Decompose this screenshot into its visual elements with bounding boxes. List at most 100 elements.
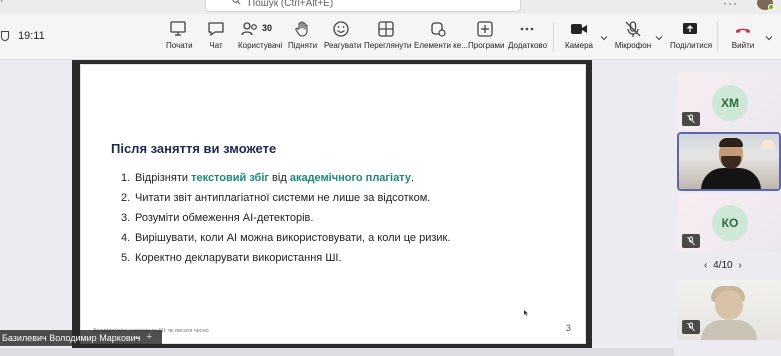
page-indicator: 4/10	[713, 260, 733, 271]
add-app-icon	[477, 21, 493, 37]
list-item-text: від	[269, 172, 290, 184]
muted-mic-icon	[682, 234, 700, 248]
highlight-text: академічного плагіату	[289, 172, 411, 184]
search-box[interactable]: Пошук (Ctrl+Alt+E)	[205, 0, 521, 12]
back-icon[interactable]: ‹	[0, 0, 3, 5]
apps-label: Програми	[468, 41, 505, 50]
participant-tile[interactable]: ХМ	[677, 72, 781, 130]
list-item: 2. Читати звіт антиплагіатної системи не …	[121, 188, 450, 208]
chat-icon	[208, 22, 224, 36]
raise-hand-label: Підняти	[288, 41, 318, 50]
more-label: Додатково	[508, 41, 548, 50]
camera-options-chevron-icon[interactable]	[600, 34, 608, 42]
participant-tile[interactable]	[677, 280, 781, 340]
list-item-text: Читати звіт антиплагіатної системи не ли…	[135, 192, 431, 204]
view-grid-icon	[378, 21, 394, 37]
leave-options-chevron-icon[interactable]	[765, 34, 773, 42]
list-item: 1. Відрізняти текстовий збіг від академіч…	[121, 168, 450, 188]
raise-hand-button[interactable]: Підняти	[288, 20, 318, 56]
search-input[interactable]: Пошук (Ctrl+Alt+E)	[248, 0, 333, 9]
raise-hand-icon	[295, 21, 308, 37]
slide-page-number: 3	[565, 323, 571, 333]
search-icon	[232, 0, 241, 5]
previous-page-chevron-icon[interactable]: ‹	[704, 260, 707, 271]
list-item: 4. Вирішувати, коли AI можна використовув…	[121, 228, 450, 248]
apps-button[interactable]: Програми	[468, 20, 505, 56]
leave-label: Вийти	[731, 41, 755, 50]
start-label: Почати	[166, 41, 193, 50]
list-item-text: .	[410, 172, 415, 184]
share-label: Поділитися	[670, 41, 713, 50]
list-item-text: Відрізняти	[135, 172, 192, 184]
slide-list: 1. Відрізняти текстовий збіг від академіч…	[121, 168, 450, 268]
chat-button[interactable]: Чат	[206, 20, 226, 56]
camera-label: Камера	[565, 41, 593, 50]
background-lamp	[761, 140, 775, 150]
list-item-text: Розуміти обмеження AI-детекторів.	[135, 212, 314, 224]
share-button[interactable]: Поділитися	[670, 20, 713, 56]
chat-label: Чат	[209, 41, 223, 50]
list-item-text: Коректно декларувати використання ШІ.	[135, 252, 342, 264]
more-options-icon[interactable]: ···	[723, 0, 738, 10]
meeting-toolbar: 19:11 Почати Чат 30 Користувачі Підняти …	[0, 14, 781, 60]
people-button[interactable]: 30 Користувачі	[238, 20, 282, 56]
apps-shape-icon	[431, 22, 446, 37]
participant-face	[715, 290, 743, 320]
muted-mic-icon	[682, 320, 700, 334]
participant-body	[701, 320, 757, 340]
minimize-icon[interactable]	[134, 337, 140, 338]
microphone-label: Мікрофон	[614, 41, 652, 50]
emoji-icon	[333, 21, 349, 37]
stage-bottom-border	[0, 348, 674, 356]
participant-video	[679, 134, 779, 189]
participant-tile-active-speaker[interactable]	[677, 132, 781, 191]
teams-meeting-window: ‹ Пошук (Ctrl+Alt+E) ··· 19:11 Почати Ча…	[0, 0, 781, 356]
people-count: 30	[262, 23, 273, 33]
camera-icon	[571, 24, 587, 34]
user-avatar[interactable]	[757, 0, 774, 10]
mouse-pointer-icon	[524, 310, 528, 316]
camera-button[interactable]: Камера	[565, 20, 593, 56]
react-label: Реагувати	[324, 41, 362, 50]
hang-up-icon	[736, 28, 750, 33]
next-page-chevron-icon[interactable]: ›	[738, 260, 741, 271]
presenter-name: Базилевич Володимир Маркович	[2, 333, 141, 343]
participant-body	[701, 168, 761, 189]
title-bar: ‹ Пошук (Ctrl+Alt+E) ···	[0, 0, 781, 14]
share-screen-icon	[683, 23, 697, 34]
leave-button[interactable]: Вийти	[730, 20, 756, 56]
people-icon	[241, 22, 257, 36]
participant-avatar: КО	[712, 205, 748, 241]
microphone-button[interactable]: Мікрофон	[614, 20, 652, 56]
list-item-number: 4.	[121, 232, 131, 244]
list-item-text: Вирішувати, коли AI можна використовуват…	[135, 232, 451, 244]
microphone-options-chevron-icon[interactable]	[655, 34, 663, 42]
presentation-slide: Після заняття ви зможете 1. Відрізняти те…	[80, 64, 586, 344]
list-item-number: 3.	[121, 212, 131, 224]
more-dots-icon	[520, 27, 534, 31]
muted-mic-icon	[682, 112, 700, 126]
view-button[interactable]: Переглянути	[364, 20, 412, 56]
toolbar-divider	[717, 22, 718, 52]
list-item: 5. Коректно декларувати використання ШІ.	[121, 248, 450, 268]
highlight-text: текстовий збіг	[191, 172, 269, 184]
stage-elements-label: Елементи ке...	[414, 41, 468, 50]
react-button[interactable]: Реагувати	[324, 20, 362, 56]
expand-plus-icon[interactable]: +	[146, 331, 152, 343]
stage-elements-button[interactable]: Елементи ке...	[414, 20, 468, 56]
microphone-off-icon	[625, 21, 641, 37]
start-button[interactable]: Почати	[166, 20, 193, 56]
list-item-number: 2.	[121, 192, 131, 204]
slide-title: Після заняття ви зможете	[111, 141, 277, 156]
view-label: Переглянути	[364, 41, 412, 50]
participant-avatar: ХМ	[712, 85, 748, 121]
list-item-number: 5.	[121, 252, 131, 264]
list-item-number: 1.	[121, 172, 131, 184]
gallery-pager: ‹ 4/10 ›	[704, 260, 742, 271]
participant-tile[interactable]: КО	[677, 194, 781, 252]
presence-available-icon	[768, 4, 774, 10]
presenter-name-tag: Базилевич Володимир Маркович +	[0, 330, 162, 346]
meeting-duration: 19:11	[18, 30, 45, 42]
more-button[interactable]: Додатково	[508, 20, 548, 56]
participant-hair	[719, 138, 743, 147]
